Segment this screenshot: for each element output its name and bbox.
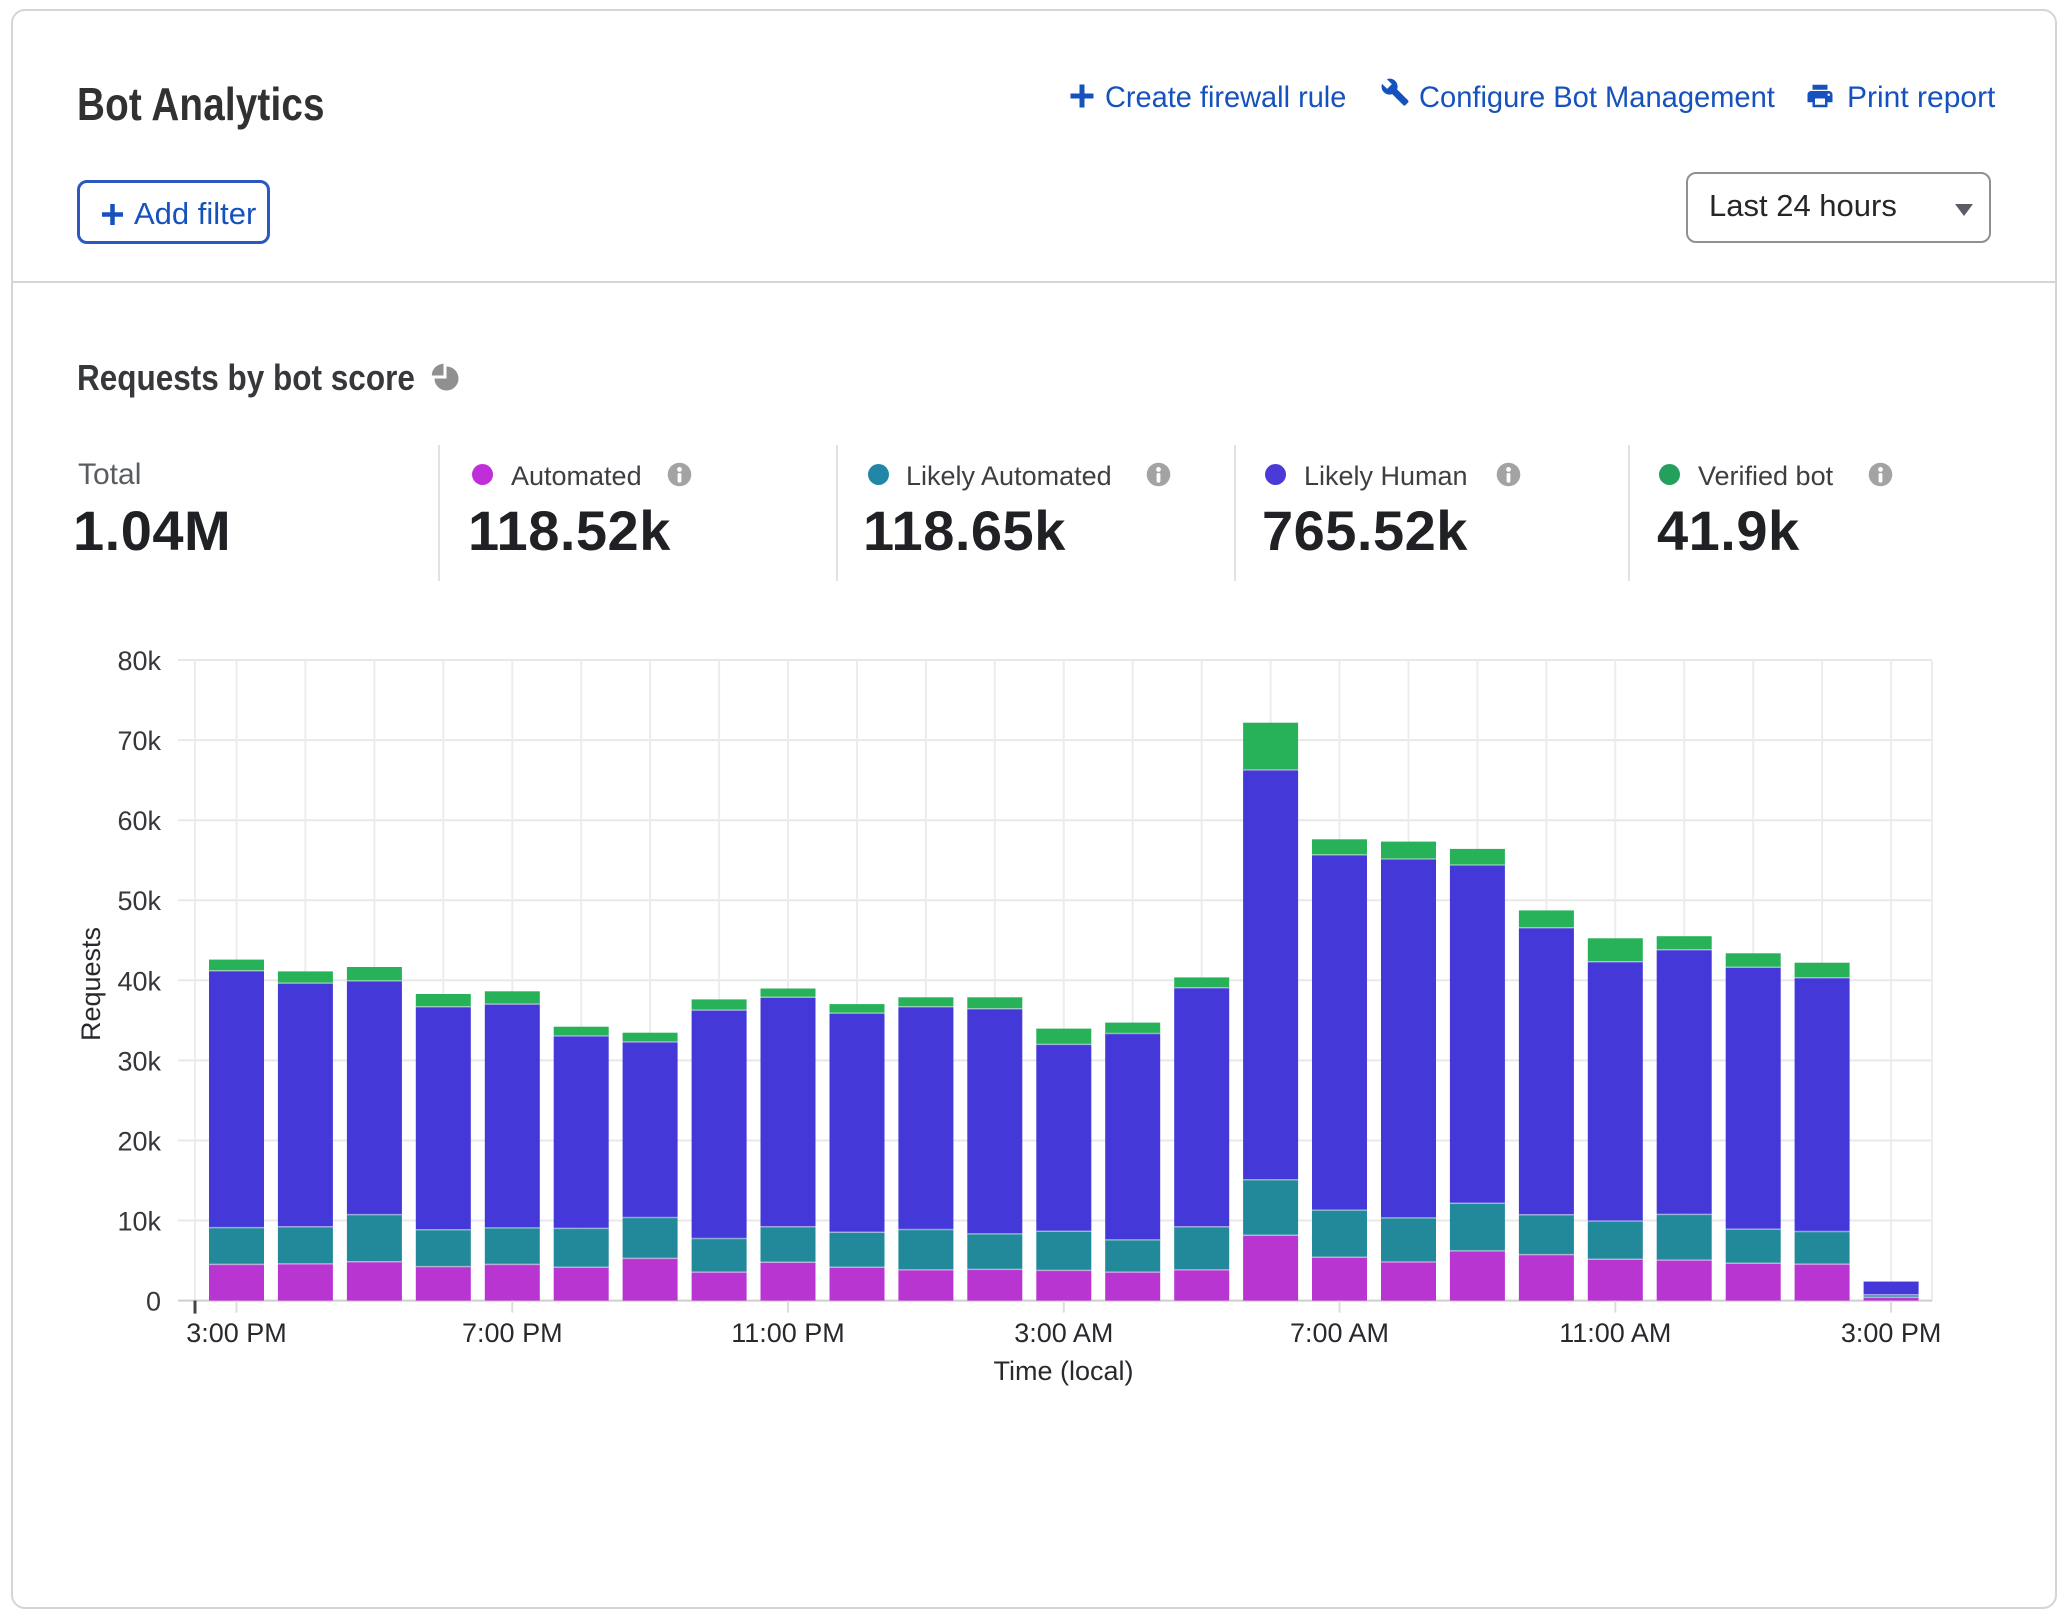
svg-text:40k: 40k [117, 966, 161, 996]
svg-text:Requests: Requests [76, 927, 106, 1041]
svg-text:30k: 30k [117, 1046, 161, 1076]
svg-text:11:00 AM: 11:00 AM [1559, 1318, 1671, 1348]
svg-text:20k: 20k [117, 1127, 161, 1157]
svg-text:10k: 10k [117, 1207, 161, 1237]
svg-text:7:00 PM: 7:00 PM [462, 1318, 563, 1348]
svg-text:3:00 AM: 3:00 AM [1014, 1318, 1113, 1348]
svg-text:0: 0 [146, 1287, 161, 1317]
svg-text:80k: 80k [117, 646, 161, 676]
svg-text:3:00 PM: 3:00 PM [1841, 1318, 1942, 1348]
svg-text:Time (local): Time (local) [993, 1356, 1133, 1386]
svg-text:11:00 PM: 11:00 PM [731, 1318, 845, 1348]
svg-text:7:00 AM: 7:00 AM [1290, 1318, 1389, 1348]
svg-text:3:00 PM: 3:00 PM [186, 1318, 287, 1348]
svg-text:60k: 60k [117, 806, 161, 836]
svg-text:50k: 50k [117, 886, 161, 916]
svg-text:70k: 70k [117, 726, 161, 756]
